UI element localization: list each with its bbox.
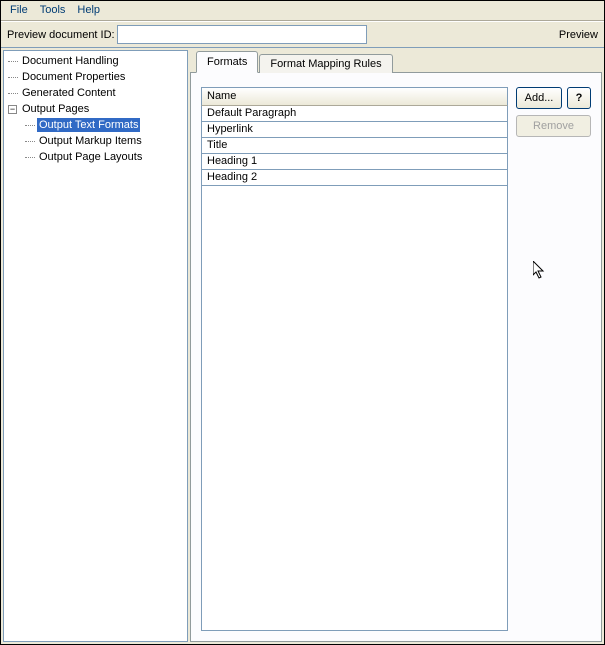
column-header-name[interactable]: Name (201, 87, 508, 106)
table-row[interactable]: Heading 1 (202, 154, 507, 170)
help-button[interactable]: ? (567, 87, 591, 109)
tree-output-pages[interactable]: Output Pages (20, 102, 91, 116)
window: File Tools Help Preview document ID: Pre… (0, 0, 605, 645)
tabstrip: Formats Format Mapping Rules (190, 50, 602, 72)
tree-document-properties[interactable]: Document Properties (20, 70, 127, 84)
tab-content: Name Default Paragraph Hyperlink Title H… (190, 72, 602, 642)
menu-help[interactable]: Help (71, 2, 106, 18)
table-row[interactable]: Default Paragraph (202, 106, 507, 122)
tree-generated-content[interactable]: Generated Content (20, 86, 118, 100)
preview-link[interactable]: Preview (559, 29, 598, 41)
table-row[interactable]: Title (202, 138, 507, 154)
table-row[interactable]: Heading 2 (202, 170, 507, 186)
preview-label: Preview document ID: (7, 29, 115, 41)
preview-bar: Preview document ID: Preview (1, 21, 604, 48)
menubar: File Tools Help (1, 1, 604, 21)
menu-tools[interactable]: Tools (34, 2, 72, 18)
tree-output-text-formats[interactable]: Output Text Formats (37, 118, 140, 132)
remove-button[interactable]: Remove (516, 115, 591, 137)
right-panel: Formats Format Mapping Rules Name Defaul… (190, 50, 602, 642)
table-row[interactable]: Hyperlink (202, 122, 507, 138)
preview-id-input[interactable] (117, 25, 367, 44)
tab-formats[interactable]: Formats (196, 51, 258, 73)
tree-panel[interactable]: Document Handling Document Properties Ge… (3, 50, 188, 642)
tree-output-page-layouts[interactable]: Output Page Layouts (37, 150, 144, 164)
tree-toggle-output-pages[interactable]: − (8, 105, 17, 114)
add-button[interactable]: Add... (516, 87, 562, 109)
button-column: Add... ? Remove (516, 87, 591, 631)
split-pane: Document Handling Document Properties Ge… (1, 48, 604, 644)
tree-document-handling[interactable]: Document Handling (20, 54, 121, 68)
table-body[interactable]: Default Paragraph Hyperlink Title Headin… (201, 106, 508, 631)
formats-table: Name Default Paragraph Hyperlink Title H… (201, 87, 508, 631)
menu-file[interactable]: File (4, 2, 34, 18)
tab-format-mapping-rules[interactable]: Format Mapping Rules (259, 54, 392, 73)
tree-output-markup-items[interactable]: Output Markup Items (37, 134, 144, 148)
